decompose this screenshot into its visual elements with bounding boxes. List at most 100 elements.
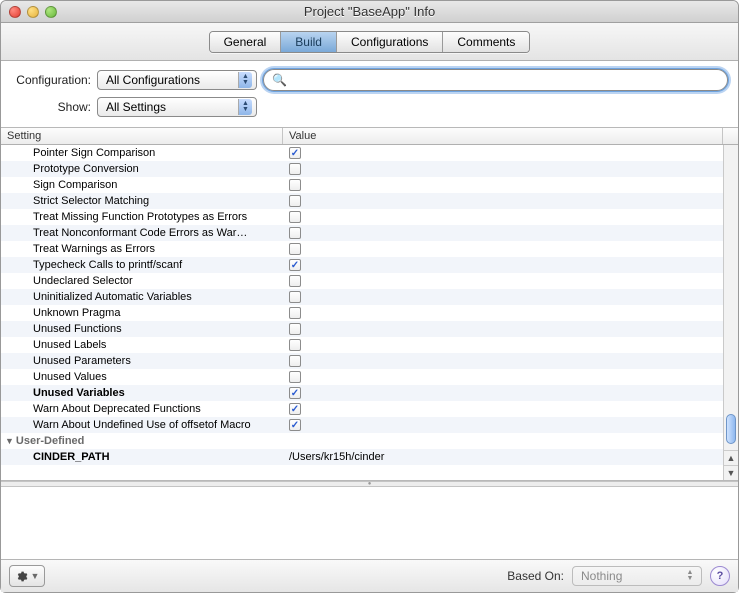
setting-value xyxy=(283,147,738,159)
table-row[interactable]: Pointer Sign Comparison xyxy=(1,145,738,161)
table-row[interactable]: CINDER_PATH/Users/kr15h/cinder xyxy=(1,449,738,465)
setting-label: Sign Comparison xyxy=(1,179,283,191)
checkbox[interactable] xyxy=(289,179,301,191)
configuration-select[interactable]: All Configurations ▲▼ xyxy=(97,70,257,90)
checkbox[interactable] xyxy=(289,371,301,383)
window-title: Project "BaseApp" Info xyxy=(1,4,738,19)
column-setting[interactable]: Setting xyxy=(1,128,283,144)
settings-table: Setting Value Pointer Sign Comparison Pro… xyxy=(1,127,738,481)
setting-value xyxy=(283,307,738,319)
gear-icon xyxy=(15,570,28,583)
configuration-label: Configuration: xyxy=(11,73,91,87)
table-row[interactable]: Treat Warnings as Errors xyxy=(1,241,738,257)
tab-general[interactable]: General xyxy=(210,32,282,52)
show-label: Show: xyxy=(11,100,91,114)
group-header[interactable]: ▼User-Defined xyxy=(1,433,738,449)
setting-value xyxy=(283,339,738,351)
setting-label: CINDER_PATH xyxy=(1,451,283,463)
scroll-thumb[interactable] xyxy=(726,414,736,444)
checkbox[interactable] xyxy=(289,163,301,175)
table-row[interactable]: Unused Parameters xyxy=(1,353,738,369)
setting-value xyxy=(283,403,738,415)
tab-bar: General Build Configurations Comments xyxy=(209,31,531,53)
help-button[interactable]: ? xyxy=(710,566,730,586)
setting-value xyxy=(283,419,738,431)
checkbox[interactable] xyxy=(289,419,301,431)
window-controls xyxy=(1,6,57,18)
based-on-select[interactable]: Nothing ▲▼ xyxy=(572,566,702,586)
setting-value xyxy=(283,371,738,383)
table-row[interactable]: Uninitialized Automatic Variables xyxy=(1,289,738,305)
table-row[interactable]: Treat Nonconformant Code Errors as War… xyxy=(1,225,738,241)
updown-icon: ▲▼ xyxy=(238,72,252,88)
setting-value xyxy=(283,163,738,175)
table-row[interactable]: Unused Labels xyxy=(1,337,738,353)
chevron-down-icon: ▼ xyxy=(31,571,40,581)
table-body: Pointer Sign Comparison Prototype Convers… xyxy=(1,145,738,480)
group-label: User-Defined xyxy=(16,435,84,447)
setting-value xyxy=(283,195,738,207)
table-row[interactable]: Unused Variables xyxy=(1,385,738,401)
setting-label: Typecheck Calls to printf/scanf xyxy=(1,259,283,271)
setting-label: Pointer Sign Comparison xyxy=(1,147,283,159)
tab-build[interactable]: Build xyxy=(281,32,337,52)
table-row[interactable]: Strict Selector Matching xyxy=(1,193,738,209)
disclosure-triangle-icon[interactable]: ▼ xyxy=(5,436,14,446)
setting-label: Unused Parameters xyxy=(1,355,283,367)
show-select[interactable]: All Settings ▲▼ xyxy=(97,97,257,117)
setting-label: Warn About Undefined Use of offsetof Mac… xyxy=(1,419,283,431)
search-input[interactable] xyxy=(292,73,719,87)
table-row[interactable]: Typecheck Calls to printf/scanf xyxy=(1,257,738,273)
checkbox[interactable] xyxy=(289,227,301,239)
table-row[interactable]: Warn About Undefined Use of offsetof Mac… xyxy=(1,417,738,433)
tab-configurations[interactable]: Configurations xyxy=(337,32,443,52)
checkbox[interactable] xyxy=(289,403,301,415)
table-row[interactable]: Warn About Deprecated Functions xyxy=(1,401,738,417)
checkbox[interactable] xyxy=(289,387,301,399)
setting-value xyxy=(283,275,738,287)
setting-label: Unused Variables xyxy=(1,387,283,399)
setting-label: Strict Selector Matching xyxy=(1,195,283,207)
setting-label: Unused Functions xyxy=(1,323,283,335)
checkbox[interactable] xyxy=(289,339,301,351)
checkbox[interactable] xyxy=(289,275,301,287)
scrollbar[interactable]: ▲ ▼ xyxy=(723,145,738,480)
setting-label: Unused Labels xyxy=(1,339,283,351)
checkbox[interactable] xyxy=(289,147,301,159)
table-row[interactable]: Unknown Pragma xyxy=(1,305,738,321)
table-row[interactable]: Prototype Conversion xyxy=(1,161,738,177)
setting-label: Prototype Conversion xyxy=(1,163,283,175)
checkbox[interactable] xyxy=(289,307,301,319)
checkbox[interactable] xyxy=(289,211,301,223)
titlebar: Project "BaseApp" Info xyxy=(1,1,738,23)
configuration-value: All Configurations xyxy=(106,73,200,87)
tab-comments[interactable]: Comments xyxy=(443,32,529,52)
table-row[interactable]: Undeclared Selector xyxy=(1,273,738,289)
minimize-icon[interactable] xyxy=(27,6,39,18)
close-icon[interactable] xyxy=(9,6,21,18)
table-row[interactable]: Unused Values xyxy=(1,369,738,385)
updown-icon: ▲▼ xyxy=(683,570,697,582)
checkbox[interactable] xyxy=(289,291,301,303)
zoom-icon[interactable] xyxy=(45,6,57,18)
scroll-up-icon[interactable]: ▲ xyxy=(724,450,738,465)
scroll-down-icon[interactable]: ▼ xyxy=(724,465,738,480)
search-field[interactable]: 🔍 xyxy=(263,69,728,91)
setting-label: Treat Nonconformant Code Errors as War… xyxy=(1,227,283,239)
table-row[interactable]: Treat Missing Function Prototypes as Err… xyxy=(1,209,738,225)
action-menu-button[interactable]: ▼ xyxy=(9,565,45,587)
checkbox[interactable] xyxy=(289,259,301,271)
table-row[interactable]: Sign Comparison xyxy=(1,177,738,193)
setting-value xyxy=(283,243,738,255)
toolbar: General Build Configurations Comments xyxy=(1,23,738,61)
setting-label: Unknown Pragma xyxy=(1,307,283,319)
column-value[interactable]: Value xyxy=(283,128,723,144)
checkbox[interactable] xyxy=(289,243,301,255)
footer: ▼ Based On: Nothing ▲▼ ? xyxy=(1,559,738,592)
checkbox[interactable] xyxy=(289,355,301,367)
setting-value xyxy=(283,259,738,271)
updown-icon: ▲▼ xyxy=(238,99,252,115)
table-row[interactable]: Unused Functions xyxy=(1,321,738,337)
checkbox[interactable] xyxy=(289,195,301,207)
checkbox[interactable] xyxy=(289,323,301,335)
